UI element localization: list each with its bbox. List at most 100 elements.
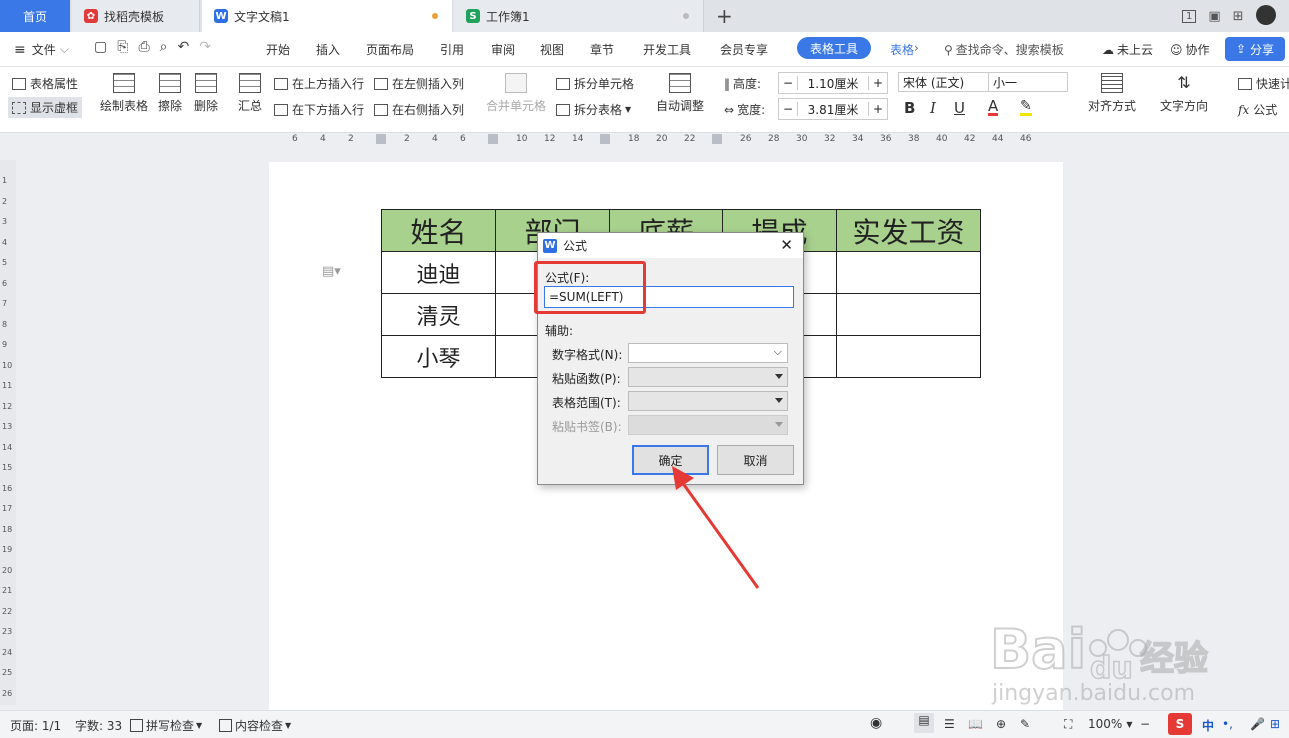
width-value[interactable]: 3.81厘米 — [798, 101, 868, 118]
zoom-out-icon[interactable]: − — [1140, 717, 1150, 731]
insert-row-below-button[interactable]: 在下方插入行 — [274, 101, 364, 118]
table-header-cell[interactable]: 实发工资 — [836, 209, 981, 252]
split-table-button[interactable]: 拆分表格 ▼ — [556, 101, 631, 118]
paste-bookmark-select[interactable] — [628, 415, 788, 435]
spreadsheet-icon: S — [466, 9, 480, 23]
menu-view[interactable]: 视图 — [540, 41, 564, 58]
app-grid-icon[interactable]: ⊞ — [1233, 9, 1244, 24]
table-cell[interactable] — [836, 335, 981, 378]
height-increase-icon[interactable]: + — [868, 76, 887, 90]
height-decrease-icon[interactable]: − — [779, 76, 798, 90]
width-decrease-icon[interactable]: − — [779, 102, 798, 116]
table-cell[interactable]: 迪迪 — [381, 251, 496, 294]
menu-developer[interactable]: 开发工具 — [643, 41, 691, 58]
draw-table-button[interactable]: 绘制表格 — [100, 73, 148, 114]
eye-protect-icon[interactable]: ◉ — [870, 715, 882, 731]
print-preview-icon[interactable]: ⌕ — [160, 39, 168, 55]
insert-col-right-button[interactable]: 在右侧插入列 — [374, 101, 464, 118]
font-size-select[interactable]: 小一 — [988, 72, 1068, 92]
microphone-icon[interactable]: 🎤 — [1250, 717, 1265, 731]
delete-button[interactable]: 删除 — [194, 73, 218, 114]
file-menu[interactable]: ≡ 文件 ⌵ — [14, 41, 69, 58]
word-count[interactable]: 字数: 33 — [75, 717, 122, 734]
text-direction-button[interactable]: ⇅ 文字方向 — [1160, 73, 1208, 114]
ime-lang-toggle[interactable]: 中 — [1202, 717, 1214, 734]
share-button[interactable]: ⇪ 分享 — [1225, 37, 1285, 61]
underline-button[interactable]: U — [954, 99, 965, 117]
italic-button[interactable]: I — [930, 99, 936, 117]
height-stepper[interactable]: − 1.10厘米 + — [778, 72, 888, 94]
redo-icon[interactable]: ↷ — [199, 39, 211, 55]
menu-table-tools[interactable]: 表格工具 — [797, 37, 871, 59]
web-view-icon[interactable]: ⊕ — [996, 717, 1006, 731]
sogou-ime-icon[interactable]: S — [1168, 713, 1192, 735]
menu-home[interactable]: 开始 — [266, 41, 290, 58]
export-pdf-icon[interactable]: ⎘ — [117, 39, 128, 55]
reading-view-icon[interactable]: 📖 — [968, 717, 983, 731]
bold-button[interactable]: B — [904, 99, 915, 117]
formula-button[interactable]: fx 公式 — [1238, 101, 1277, 118]
page-view-icon[interactable]: ▤ — [914, 713, 934, 733]
page-count-icon[interactable]: 1 — [1182, 9, 1197, 23]
command-search[interactable]: ⚲ 查找命令、搜索模板 — [944, 41, 1064, 58]
menu-table-style[interactable]: 表格 — [890, 41, 914, 58]
tile-windows-icon[interactable]: ▣ — [1208, 9, 1220, 24]
outline-view-icon[interactable]: ☰ — [944, 717, 955, 731]
new-tab-plus-icon[interactable]: + — [716, 4, 733, 28]
auto-adjust-button[interactable]: 自动调整 — [656, 73, 704, 114]
tab-home[interactable]: 首页 — [0, 0, 70, 32]
show-gridlines-button[interactable]: 显示虚框 — [8, 97, 83, 118]
tab-template[interactable]: ✿ 找稻壳模板 — [72, 0, 200, 32]
print-icon[interactable]: ⎙ — [138, 39, 149, 55]
write-mode-icon[interactable]: ✎ — [1020, 717, 1030, 731]
ime-toolbox-icon[interactable]: ⊞ — [1270, 717, 1280, 731]
close-icon[interactable]: ✕ — [780, 236, 793, 254]
collab-button[interactable]: ☺ 协作 — [1170, 41, 1210, 58]
table-range-select[interactable] — [628, 391, 788, 411]
menu-insert[interactable]: 插入 — [316, 41, 340, 58]
page-count[interactable]: 页面: 1/1 — [10, 717, 61, 734]
cloud-status[interactable]: ☁ 未上云 — [1102, 41, 1153, 58]
ime-punct-icon[interactable]: •, — [1222, 717, 1233, 731]
paste-function-select[interactable] — [628, 367, 788, 387]
table-cell[interactable]: 清灵 — [381, 293, 496, 336]
merge-cells-button[interactable]: 合并单元格 — [486, 73, 546, 114]
horizontal-ruler[interactable]: 6 4 2 2 4 6 10 12 14 18 20 22 26 28 30 32 34 36 38 40 42 44 46 — [280, 132, 1060, 148]
menu-review[interactable]: 审阅 — [491, 41, 515, 58]
insert-row-above-button[interactable]: 在上方插入行 — [274, 75, 364, 92]
undo-icon[interactable]: ↶ — [177, 39, 189, 55]
spell-check-button[interactable]: 拼写检查 ▼ — [130, 717, 202, 734]
menu-member[interactable]: 会员专享 — [720, 41, 768, 58]
alignment-button[interactable]: 对齐方式 — [1088, 73, 1136, 114]
content-check-button[interactable]: 内容检查 ▼ — [219, 717, 291, 734]
width-stepper[interactable]: − 3.81厘米 + — [778, 98, 888, 120]
quick-calc-button[interactable]: 快速计 — [1238, 75, 1289, 92]
table-cell[interactable]: 小琴 — [381, 335, 496, 378]
tab-workbook[interactable]: S 工作簿1 — [454, 0, 704, 32]
table-header-cell[interactable]: 姓名 — [381, 209, 496, 252]
save-icon[interactable]: ▢ — [94, 39, 107, 55]
menu-scroll-right-icon[interactable]: › — [914, 41, 919, 55]
zoom-select[interactable]: 100% ▼ — [1088, 717, 1132, 731]
font-name-select[interactable]: 宋体 (正文) — [898, 72, 990, 92]
menu-page-layout[interactable]: 页面布局 — [366, 41, 414, 58]
highlight-icon[interactable]: ✎ — [1020, 99, 1032, 116]
avatar[interactable] — [1255, 5, 1276, 25]
table-cell[interactable] — [836, 251, 981, 294]
table-properties-button[interactable]: 表格属性 — [12, 75, 78, 92]
width-increase-icon[interactable]: + — [868, 102, 887, 116]
summary-button[interactable]: 汇总 — [238, 73, 262, 114]
paragraph-marker-icon[interactable]: ▤▾ — [322, 264, 341, 279]
height-value[interactable]: 1.10厘米 — [798, 75, 868, 92]
vertical-ruler[interactable]: 1 2 3 4 5 6 7 8 9 10 11 12 13 14 15 16 17 18 19 20 21 22 23 24 2… — [0, 160, 16, 705]
menu-references[interactable]: 引用 — [440, 41, 464, 58]
number-format-select[interactable]: ⌵ — [628, 343, 788, 363]
insert-col-left-button[interactable]: 在左侧插入列 — [374, 75, 464, 92]
split-cells-button[interactable]: 拆分单元格 — [556, 75, 634, 92]
font-color-button[interactable]: A — [988, 99, 999, 116]
fit-page-icon[interactable]: ⛶ — [1064, 717, 1072, 732]
menu-chapter[interactable]: 章节 — [590, 41, 614, 58]
tab-document[interactable]: W 文字文稿1 — [202, 0, 452, 32]
table-cell[interactable] — [836, 293, 981, 336]
erase-button[interactable]: 擦除 — [158, 73, 182, 114]
